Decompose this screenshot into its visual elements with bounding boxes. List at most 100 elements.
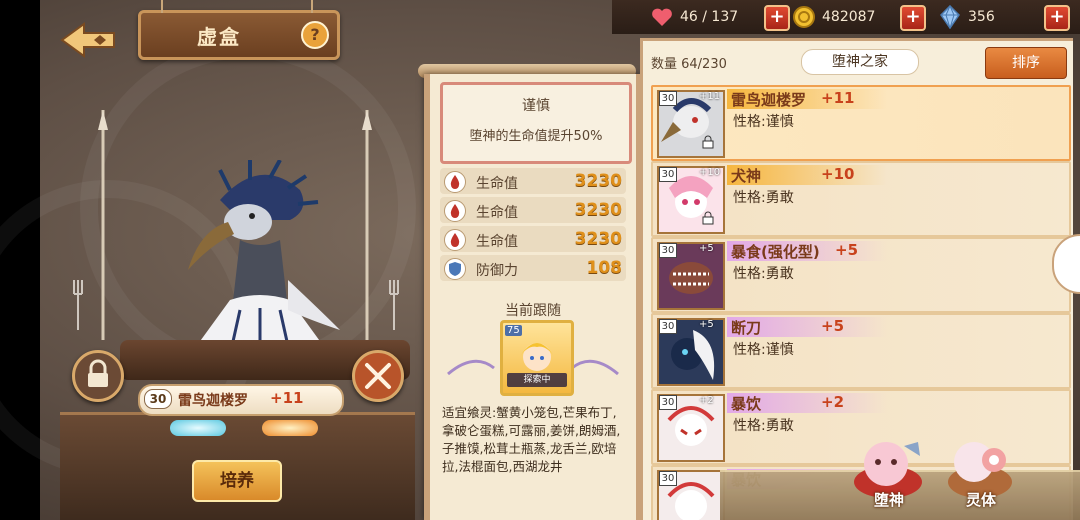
trait-description: 堕神的生命值提升50% xyxy=(469,129,603,144)
item-name: 雷鸟迦楼罗 xyxy=(731,91,807,109)
stat-row: 生命值 3230 xyxy=(440,168,626,194)
blood-drop-icon xyxy=(444,200,466,222)
item-name: 暴食(强化型) xyxy=(731,243,820,261)
item-plus: +5 xyxy=(821,317,845,335)
item-name: 犬神 xyxy=(731,167,762,185)
stat-value: 3230 xyxy=(574,229,622,249)
item-level: 30 xyxy=(659,167,677,182)
shield-icon xyxy=(444,258,466,280)
heart-icon xyxy=(652,8,672,26)
list-item[interactable]: 30 +10 犬神 +10 性格:勇敢 xyxy=(651,161,1071,237)
item-name: 暴饮 xyxy=(731,395,762,413)
detail-scroll-panel: 谨慎 堕神的生命值提升50% 生命值 3230 生命值 3230 生命值 323… xyxy=(424,74,642,520)
item-personality: 性格:勇敢 xyxy=(733,266,794,282)
train-button[interactable]: 培养 xyxy=(192,460,282,502)
character-sprite xyxy=(188,160,340,356)
character-plus: +11 xyxy=(270,389,304,407)
add-stamina-button[interactable]: + xyxy=(764,5,790,31)
spirit-tab-button[interactable]: 灵体 xyxy=(940,432,1022,514)
character-name-bar: 30 雷鸟迦楼罗 +11 xyxy=(138,384,344,416)
release-button[interactable] xyxy=(352,350,404,402)
list-item[interactable]: 30 +11 雷鸟迦楼罗 +11 性格:谨慎 xyxy=(651,85,1071,161)
item-plus: +2 xyxy=(821,393,845,411)
crystal-resource: 356 + xyxy=(938,5,1078,31)
stat-label: 生命值 xyxy=(476,234,518,250)
element-gem-icon xyxy=(262,420,318,436)
lock-button[interactable] xyxy=(72,350,124,402)
item-plus-badge: +5 xyxy=(699,319,714,330)
item-plus-badge: +11 xyxy=(699,91,721,102)
deity-tab-label: 堕神 xyxy=(873,491,904,509)
follow-spirit-portrait xyxy=(521,343,553,371)
back-button[interactable] xyxy=(58,18,120,62)
item-name: 断刀 xyxy=(731,319,762,337)
blood-drop-icon xyxy=(444,229,466,251)
list-item[interactable]: 30 +5 暴食(强化型) +5 性格:勇敢 xyxy=(651,237,1071,313)
crystal-value: 356 xyxy=(968,9,995,25)
fork-decoration xyxy=(73,280,83,330)
lock-icon xyxy=(702,211,714,225)
favored-spirits-text: 适宜飨灵:蟹黄小笼包,芒果布丁,拿破仑蛋糕,可露丽,姜饼,朗姆酒,子推馍,松茸土… xyxy=(442,405,621,474)
level-badge: 30 xyxy=(144,389,172,409)
list-item[interactable]: 30 +5 断刀 +5 性格:谨慎 xyxy=(651,313,1071,389)
crossed-forks-icon xyxy=(365,363,391,389)
item-plus-badge: +2 xyxy=(699,395,714,406)
deity-tab-button[interactable]: 堕神 xyxy=(848,432,930,514)
stamina-value: 46 / 137 xyxy=(680,9,739,25)
stat-value: 3230 xyxy=(574,171,622,191)
help-button[interactable]: ? xyxy=(301,21,329,49)
stat-row: 防御力 108 xyxy=(440,255,626,281)
lock-icon xyxy=(88,359,108,387)
item-level: 30 xyxy=(659,243,677,258)
lock-icon xyxy=(702,135,714,149)
back-arrow-icon xyxy=(60,22,115,58)
fork-decoration xyxy=(389,280,399,330)
item-plus-badge: +5 xyxy=(699,243,714,254)
follow-label: 当前跟随 xyxy=(505,303,561,319)
trait-name: 谨慎 xyxy=(522,98,550,114)
stat-label: 生命值 xyxy=(476,205,518,221)
item-level: 30 xyxy=(659,319,677,334)
item-personality: 性格:勇敢 xyxy=(733,190,794,206)
item-personality: 性格:谨慎 xyxy=(733,342,794,358)
page-title: 虚盒 xyxy=(197,25,241,49)
stat-label: 生命值 xyxy=(476,176,518,192)
stat-value: 3230 xyxy=(574,200,622,220)
spear-decoration xyxy=(362,110,372,340)
title-plaque: 虚盒 ? xyxy=(138,0,340,60)
stamina-resource: 46 / 137 + xyxy=(650,5,800,31)
add-gold-button[interactable]: + xyxy=(900,5,926,31)
gold-value: 482087 xyxy=(822,9,876,25)
add-crystal-button[interactable]: + xyxy=(1044,5,1070,31)
tab-deity-home[interactable]: 堕神之家 xyxy=(801,49,919,75)
item-level: 30 xyxy=(659,395,677,410)
resource-bar: 46 / 137 + 482087 + 356 + xyxy=(612,0,1080,34)
coin-icon xyxy=(793,6,815,28)
blood-drop-icon xyxy=(444,171,466,193)
element-gem-icon xyxy=(170,420,226,436)
item-plus: +10 xyxy=(821,165,855,183)
character-name: 雷鸟迦楼罗 xyxy=(178,393,248,409)
game-screen: 虚盒 ? 30 雷鸟迦楼罗 +11 培养 46 / 137 + 482087 +… xyxy=(0,0,1080,520)
stat-row: 生命值 3230 xyxy=(440,197,626,223)
sort-button[interactable]: 排序 xyxy=(985,47,1067,79)
spear-decoration xyxy=(98,110,108,340)
stat-label: 防御力 xyxy=(476,263,518,279)
item-plus: +5 xyxy=(835,241,859,259)
follow-spirit-card[interactable]: 75 探索中 xyxy=(500,320,574,396)
deity-count: 数量 64/230 xyxy=(651,57,727,72)
item-level: 30 xyxy=(659,91,677,106)
item-plus: +11 xyxy=(821,89,855,107)
trait-box: 谨慎 堕神的生命值提升50% xyxy=(440,82,632,164)
crystal-icon xyxy=(940,5,960,29)
stat-value: 108 xyxy=(586,258,623,278)
follow-status: 探索中 xyxy=(507,373,567,387)
item-plus-badge: +10 xyxy=(699,167,721,178)
gold-resource: 482087 + xyxy=(792,5,932,31)
item-personality: 性格:谨慎 xyxy=(733,114,794,130)
item-level: 30 xyxy=(659,471,677,486)
plaque-rope xyxy=(311,0,313,13)
plaque-rope xyxy=(161,0,163,13)
stat-row: 生命值 3230 xyxy=(440,226,626,252)
item-personality: 性格:勇敢 xyxy=(733,418,794,434)
